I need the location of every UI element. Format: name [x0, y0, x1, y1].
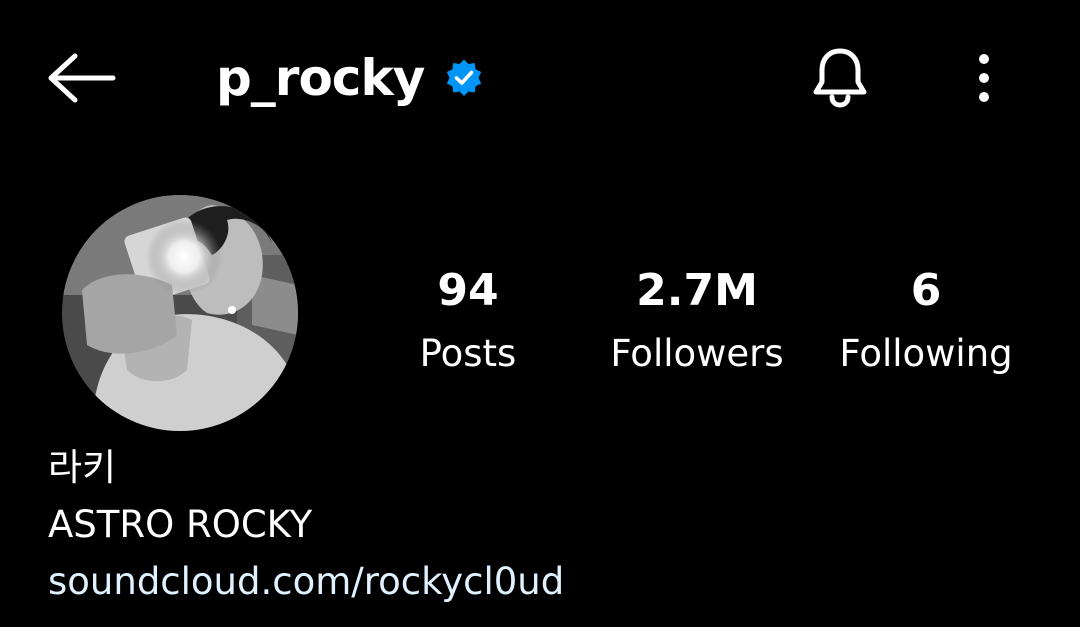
followers-count[interactable]: 2.7M Followers	[600, 262, 794, 380]
profile-avatar[interactable]	[62, 195, 298, 431]
followers-label: Followers	[610, 332, 784, 375]
back-button[interactable]	[40, 40, 124, 116]
posts-count[interactable]: 94 Posts	[398, 262, 538, 380]
arrow-left-icon	[48, 53, 116, 103]
more-options-button[interactable]	[956, 36, 1012, 120]
profile-header: p_rocky	[0, 0, 1080, 150]
verified-badge-icon	[444, 58, 484, 98]
followers-value: 2.7M	[636, 265, 758, 316]
bio-link[interactable]: soundcloud.com/rockycl0ud	[48, 556, 564, 608]
posts-label: Posts	[419, 332, 517, 375]
posts-value: 94	[437, 265, 499, 316]
more-vertical-icon	[979, 54, 989, 102]
username-row: p_rocky	[216, 36, 484, 120]
following-label: Following	[839, 332, 1013, 375]
display-name: 라키	[48, 446, 117, 489]
profile-photo	[62, 195, 298, 431]
following-value: 6	[910, 265, 942, 316]
username: p_rocky	[216, 49, 425, 107]
bell-icon	[813, 48, 867, 108]
following-count[interactable]: 6 Following	[828, 262, 1024, 380]
notifications-button[interactable]	[796, 36, 884, 120]
bio-text: ASTRO ROCKY	[48, 503, 313, 546]
